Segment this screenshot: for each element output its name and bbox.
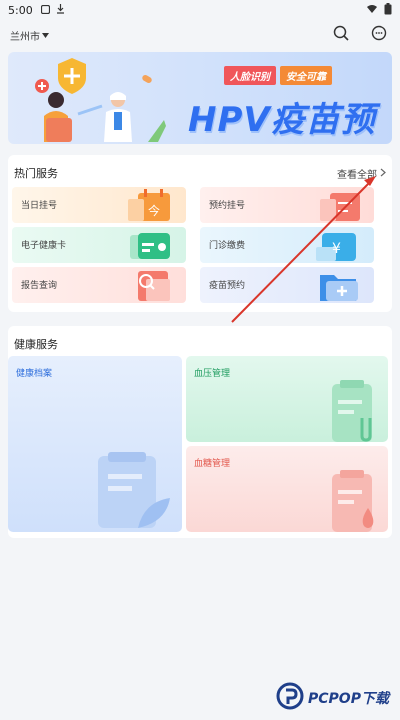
watermark-text: PCPOP下载 [308,691,389,707]
watermark: PCPOP下载 [276,682,389,714]
watermark-logo-icon [276,682,304,714]
annotation-arrow [0,0,400,720]
